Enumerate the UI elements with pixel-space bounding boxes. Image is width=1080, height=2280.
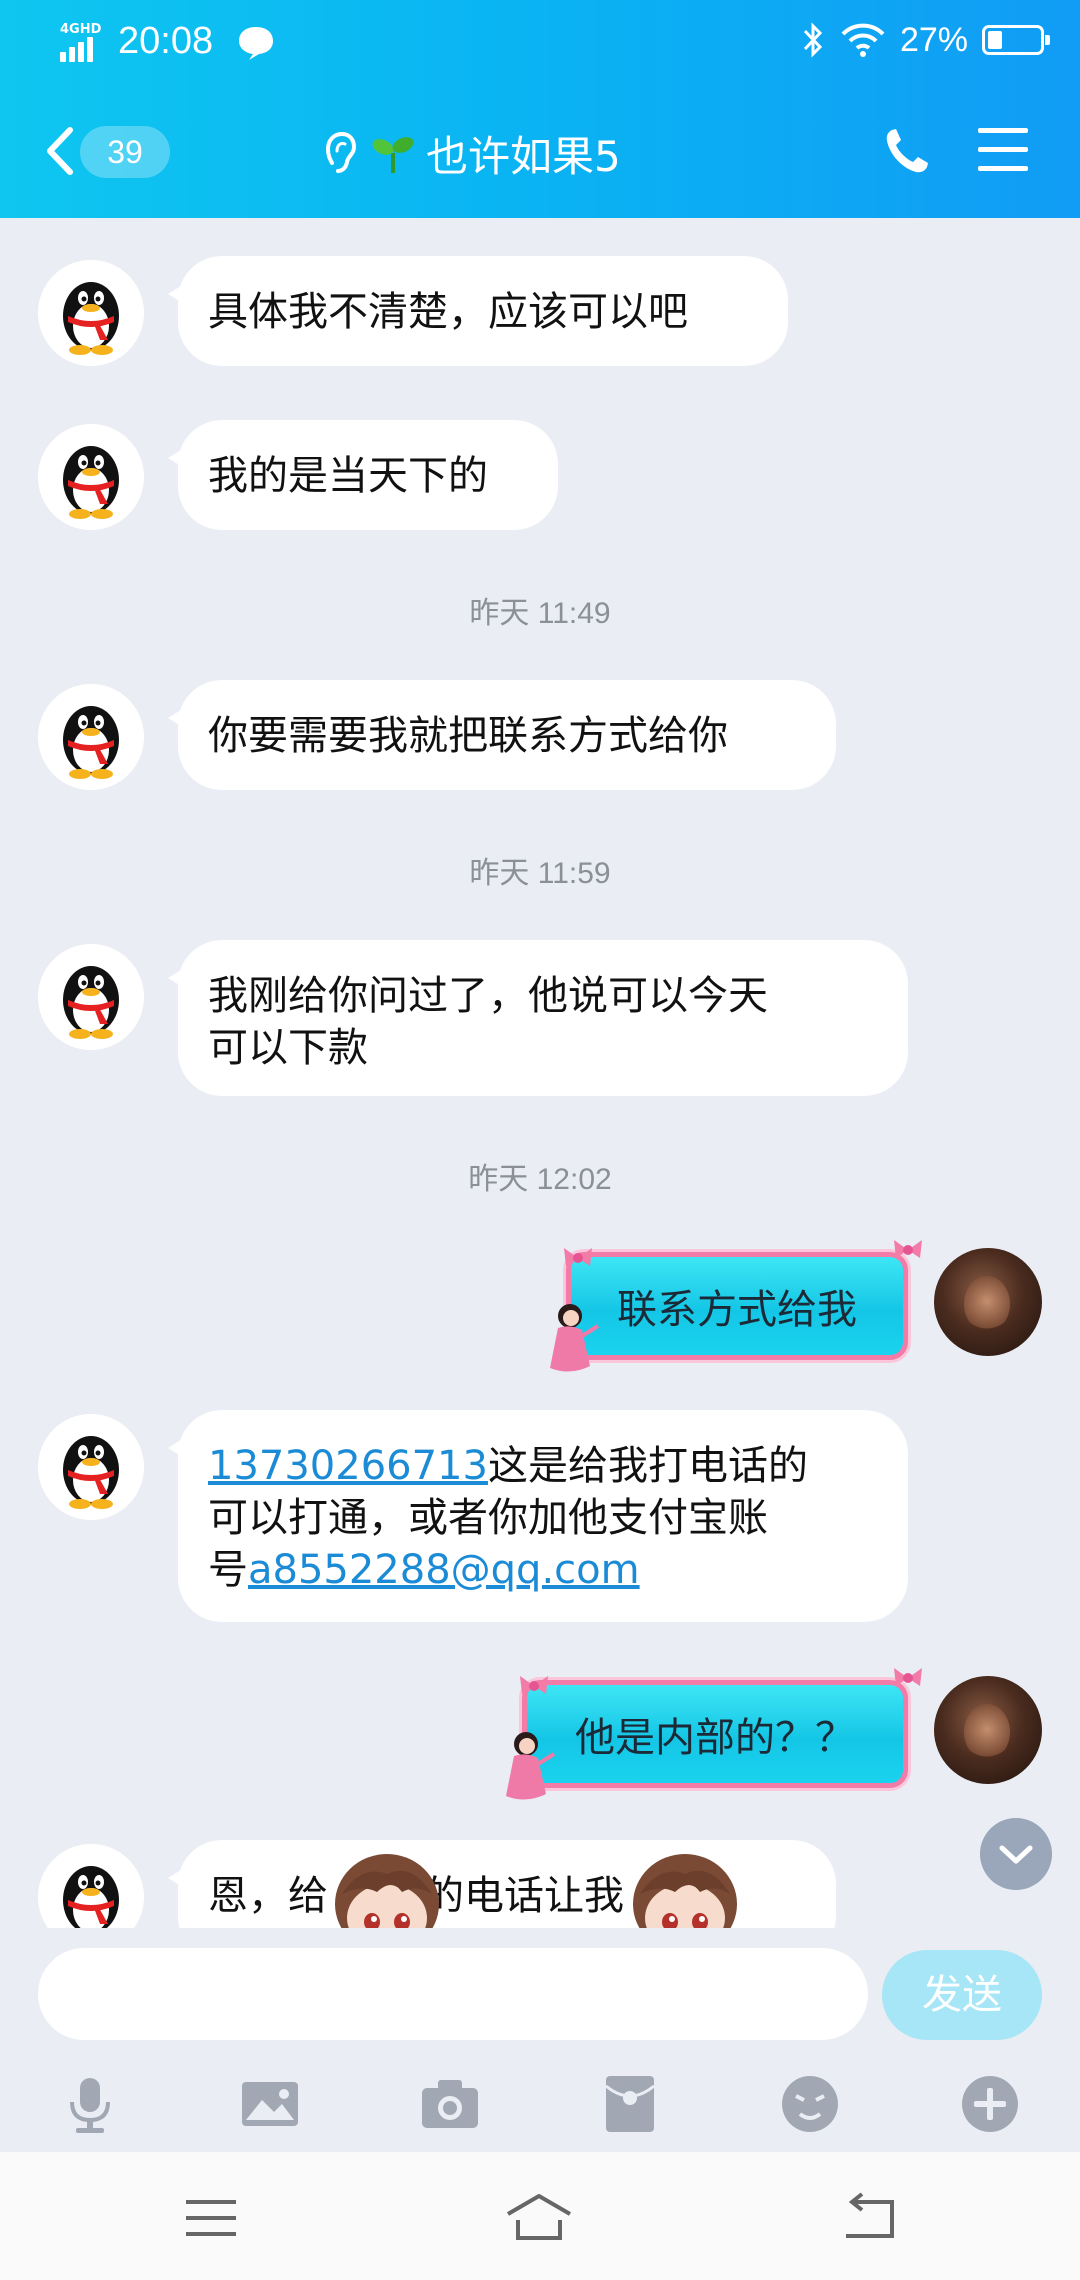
message-text-line: 13730266713这是给我打电话的 — [208, 1443, 808, 1489]
timestamp: 昨天 11:49 — [469, 597, 611, 630]
bow-decoration-icon — [894, 1240, 922, 1258]
message-bubble[interactable]: 我刚给你问过了，他说可以今天 可以下款 — [168, 940, 908, 1096]
message-text: 他是内部的？？ — [575, 1715, 855, 1761]
red-packet-icon[interactable] — [598, 2072, 662, 2136]
back-nav-icon[interactable] — [834, 2190, 904, 2246]
menu-icon[interactable] — [978, 128, 1028, 174]
sprout-icon — [372, 137, 414, 173]
phone-number-link[interactable]: 13730266713 — [208, 1443, 488, 1489]
timestamp: 昨天 12:02 — [468, 1163, 612, 1196]
unread-count-badge[interactable]: 39 — [80, 126, 170, 178]
my-avatar[interactable] — [934, 1248, 1042, 1356]
ear-icon — [325, 131, 357, 173]
send-button[interactable]: 发送 — [882, 1950, 1042, 2040]
penguin-avatar-icon[interactable] — [38, 1414, 144, 1520]
input-bar: 发送 — [0, 1928, 1080, 2054]
recent-apps-icon[interactable] — [176, 2190, 246, 2246]
my-avatar[interactable] — [934, 1676, 1042, 1784]
message-text: 具体我不清楚，应该可以吧 — [208, 289, 688, 335]
message-input[interactable] — [38, 1948, 868, 2040]
home-icon[interactable] — [504, 2190, 574, 2246]
chat-notification-icon — [239, 27, 273, 60]
message-text: 我的是当天下的 — [208, 453, 488, 499]
message-text-line: 我刚给你问过了，他说可以今天 — [208, 973, 768, 1019]
message-text: 的电话让我 — [424, 1873, 624, 1919]
message-text-line: 号a8552288@qq.com — [208, 1547, 640, 1593]
emoji-icon[interactable] — [778, 2072, 842, 2136]
message-bubble[interactable]: 具体我不清楚，应该可以吧 — [168, 256, 788, 366]
message-list[interactable]: 具体我不清楚，应该可以吧 我的是当天下的 昨天 11:49 你要需要我就把联系方… — [0, 218, 1080, 1928]
message-text-line: 可以打通，或者你加他支付宝账 — [208, 1495, 768, 1541]
message-bubble[interactable]: 我的是当天下的 — [168, 420, 558, 530]
battery-icon — [982, 25, 1050, 55]
email-link[interactable]: a8552288@qq.com — [248, 1547, 640, 1593]
system-navigation-bar — [0, 2152, 1080, 2280]
camera-icon[interactable] — [418, 2072, 482, 2136]
input-toolbar — [0, 2054, 1080, 2150]
bow-decoration-icon — [564, 1248, 592, 1266]
penguin-avatar-icon[interactable] — [38, 260, 144, 366]
image-icon[interactable] — [238, 2072, 302, 2136]
penguin-avatar-icon[interactable] — [38, 944, 144, 1050]
signal-icon: 4GHD — [58, 22, 104, 62]
plus-icon[interactable] — [958, 2072, 1022, 2136]
fairy-decoration-icon — [506, 1732, 556, 1800]
penguin-avatar-icon[interactable] — [38, 424, 144, 530]
bow-decoration-icon — [894, 1668, 922, 1686]
battery-percent: 27% — [899, 20, 968, 59]
message-bubble[interactable]: 13730266713这是给我打电话的 可以打通，或者你加他支付宝账 号a855… — [168, 1410, 908, 1622]
message-text: 恩，给 — [208, 1873, 328, 1919]
message-text-line: 可以下款 — [208, 1025, 368, 1071]
contact-name: 也许如果5 — [426, 131, 621, 181]
bow-decoration-icon — [520, 1676, 548, 1694]
wifi-icon — [841, 23, 885, 57]
network-type: 4GHD — [60, 22, 102, 37]
top-bar: 4GHD 20:08 27% 39 也许如果5 — [0, 0, 1080, 218]
timestamp: 昨天 11:59 — [469, 857, 611, 890]
penguin-avatar-icon[interactable] — [38, 684, 144, 790]
scroll-down-icon[interactable] — [980, 1818, 1052, 1890]
phone-icon[interactable] — [882, 124, 932, 178]
message-text: 你要需要我就把联系方式给你 — [208, 713, 728, 759]
status-bar: 4GHD 20:08 27% — [0, 0, 1080, 86]
message-bubble[interactable]: 你要需要我就把联系方式给你 — [168, 680, 836, 790]
fairy-decoration-icon — [550, 1304, 600, 1372]
penguin-avatar-icon[interactable] — [38, 1844, 144, 1928]
chat-title[interactable]: 也许如果5 — [320, 118, 621, 188]
back-icon[interactable] — [40, 126, 80, 176]
bluetooth-icon — [803, 22, 823, 58]
message-text: 联系方式给我 — [617, 1287, 857, 1333]
microphone-icon[interactable] — [58, 2072, 122, 2136]
status-time: 20:08 — [118, 20, 214, 62]
outgoing-message-bubble[interactable]: 联系方式给我 — [566, 1252, 908, 1360]
outgoing-message-bubble[interactable]: 他是内部的？？ — [522, 1680, 908, 1788]
